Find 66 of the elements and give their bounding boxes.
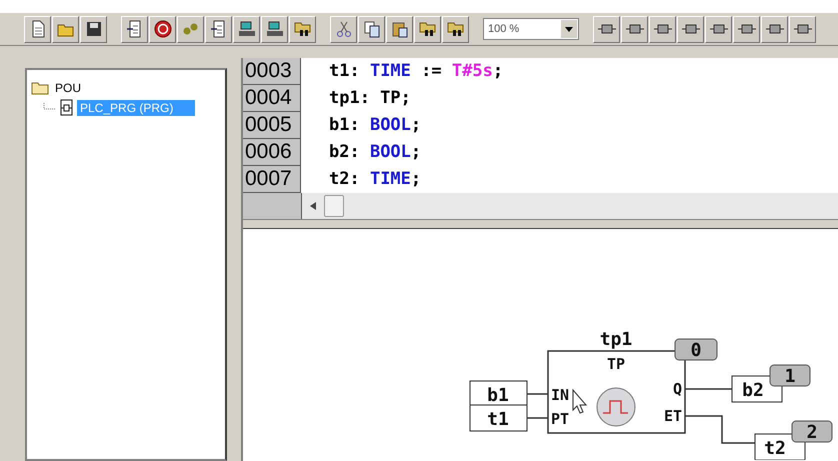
copy-icon <box>362 20 380 38</box>
run-button[interactable] <box>177 16 204 42</box>
cut-icon <box>334 20 352 38</box>
line-number: 0005 <box>243 112 301 139</box>
wire <box>685 388 732 390</box>
wire <box>527 417 548 419</box>
save-icon <box>84 20 102 38</box>
copy-button[interactable] <box>358 16 385 42</box>
code-line: b1: BOOL; <box>328 114 422 137</box>
block-type: TP <box>606 355 626 373</box>
stop-button[interactable] <box>149 16 176 42</box>
insert-element-button[interactable] <box>621 16 648 42</box>
line-number-gutter <box>243 193 302 219</box>
line-number: 0006 <box>243 139 301 166</box>
variable-box[interactable]: b2 <box>732 376 782 402</box>
order-badge: 1 <box>770 364 810 387</box>
scroll-left-icon[interactable] <box>310 202 316 210</box>
pin-label: ET <box>664 407 682 425</box>
insert-element-button[interactable] <box>593 16 620 42</box>
code-line: tp1: TP; <box>328 87 411 110</box>
find-next-button[interactable] <box>442 16 469 42</box>
cut-button[interactable] <box>330 16 357 42</box>
pin-label: Q <box>672 380 682 398</box>
save-button[interactable] <box>80 16 107 42</box>
insert-element-button[interactable] <box>789 16 816 42</box>
line-number: 0007 <box>243 166 301 193</box>
find-button[interactable] <box>414 16 441 42</box>
cursor-icon <box>572 388 588 414</box>
code-line: t2: TIME; <box>328 168 422 191</box>
code-line: b2: BOOL; <box>328 141 422 164</box>
pin-label: IN <box>551 386 570 404</box>
splitter[interactable] <box>243 219 838 229</box>
program-icon <box>60 99 74 117</box>
variable-box[interactable]: t2 <box>754 434 806 460</box>
instance-name: tp1 <box>600 329 632 350</box>
new-button[interactable] <box>24 16 51 42</box>
online-button[interactable] <box>233 16 260 42</box>
line-number: 0004 <box>243 85 301 112</box>
find-folder-button[interactable] <box>289 16 316 42</box>
open-button[interactable] <box>52 16 79 42</box>
insert-element-button[interactable] <box>649 16 676 42</box>
clock-icon <box>596 388 636 426</box>
line-number: 0003 <box>243 58 301 85</box>
horizontal-scrollbar[interactable] <box>302 193 838 219</box>
tree-item[interactable]: POU <box>52 80 84 96</box>
paste-icon <box>390 20 408 38</box>
offline-button[interactable] <box>261 16 288 42</box>
scroll-thumb[interactable] <box>324 195 344 217</box>
insert-element-button[interactable] <box>705 16 732 42</box>
insert-element-button[interactable] <box>733 16 760 42</box>
download-button[interactable] <box>121 16 148 42</box>
wire <box>527 393 548 395</box>
wire <box>685 415 755 444</box>
order-badge: 2 <box>792 420 832 443</box>
variable-box[interactable]: t1 <box>470 404 528 432</box>
stop-icon <box>154 20 172 38</box>
caret-icon <box>565 26 573 32</box>
order-badge: 0 <box>674 338 718 361</box>
paste-button[interactable] <box>386 16 413 42</box>
step-button[interactable] <box>205 16 232 42</box>
code-line: t1: TIME := T#5s; <box>328 60 504 83</box>
pin-label: PT <box>551 410 570 428</box>
variable-box[interactable]: b1 <box>470 380 528 408</box>
insert-element-button[interactable] <box>761 16 788 42</box>
zoom-dropdown[interactable]: 100 % <box>483 18 579 40</box>
insert-element-button[interactable] <box>677 16 704 42</box>
